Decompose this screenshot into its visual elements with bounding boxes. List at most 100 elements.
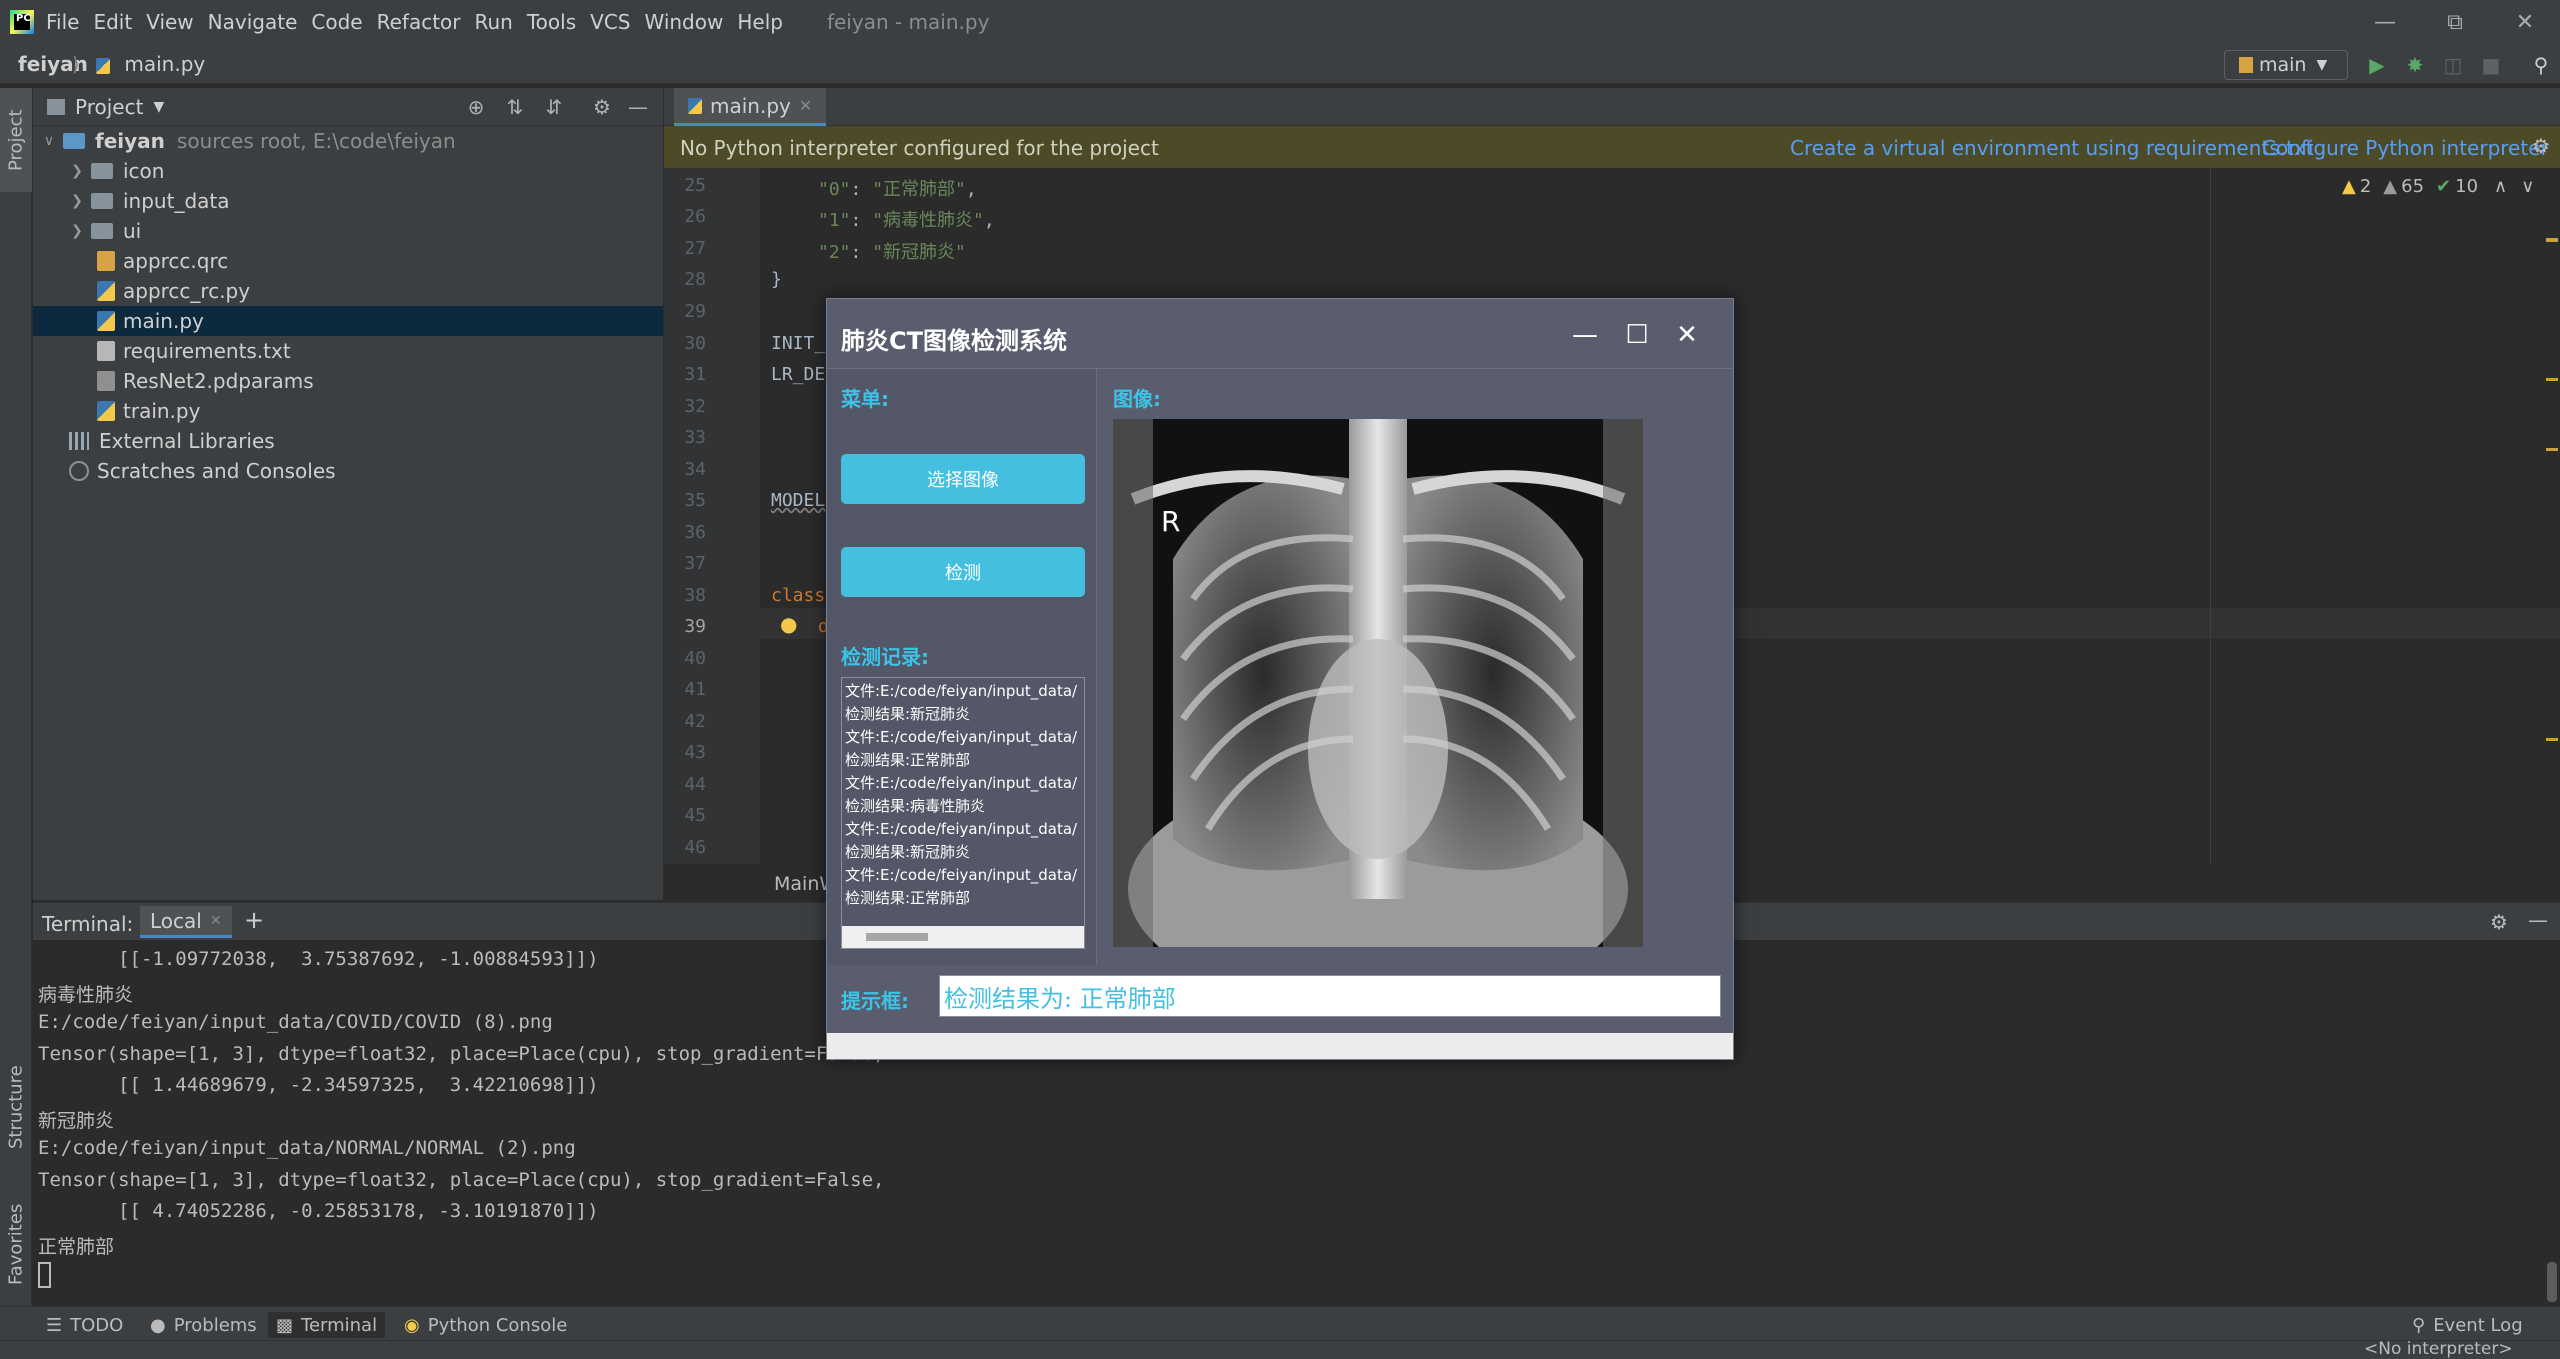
interpreter-status[interactable]: <No interpreter> bbox=[2364, 1339, 2513, 1359]
chevron-down-icon[interactable]: ∨ bbox=[2521, 176, 2534, 197]
scrollbar-thumb[interactable] bbox=[2547, 1262, 2557, 1302]
tree-item-resnet-params[interactable]: ResNet2.pdparams bbox=[33, 366, 663, 396]
tool-problems[interactable]: ● Problems bbox=[142, 1312, 265, 1338]
chevron-down-icon[interactable]: ▼ bbox=[153, 99, 164, 115]
run-configuration-select[interactable]: main ▼ bbox=[2224, 50, 2348, 80]
scrollbar-thumb[interactable] bbox=[866, 933, 928, 941]
menu-code[interactable]: Code bbox=[311, 10, 362, 34]
code-line[interactable]: class bbox=[771, 585, 825, 606]
error-stripe-mark[interactable] bbox=[2546, 448, 2558, 451]
tool-event-log[interactable]: ⚲ Event Log bbox=[2404, 1312, 2531, 1338]
detect-button[interactable]: 检测 bbox=[841, 547, 1085, 597]
tool-terminal-label: Terminal bbox=[301, 1314, 378, 1336]
restore-icon[interactable]: ⧉ bbox=[2420, 0, 2490, 44]
stripe-tab-favorites[interactable]: Favorites bbox=[0, 1192, 32, 1296]
hint-box[interactable]: 检测结果为: 正常肺部 bbox=[939, 975, 1721, 1017]
tree-root[interactable]: ∨ feiyan sources root, E:\code\feiyan bbox=[33, 126, 663, 156]
code-line[interactable]: INIT_ bbox=[771, 333, 825, 354]
code-line[interactable]: "2": "新冠肺炎" bbox=[818, 238, 966, 264]
run-icon[interactable]: ▶ bbox=[2364, 52, 2390, 78]
menu-refactor[interactable]: Refactor bbox=[377, 10, 461, 34]
code-line[interactable]: } bbox=[771, 269, 782, 290]
close-tab-icon[interactable]: ✕ bbox=[210, 913, 222, 929]
history-label: 检测记录: bbox=[841, 645, 929, 669]
tree-item-train-py[interactable]: train.py bbox=[33, 396, 663, 426]
create-venv-link[interactable]: Create a virtual environment using requi… bbox=[1790, 136, 2314, 160]
stop-icon[interactable]: ■ bbox=[2478, 52, 2504, 78]
hide-panel-icon[interactable]: — bbox=[2528, 908, 2548, 932]
terminal-scrollbar[interactable] bbox=[2544, 940, 2560, 1306]
stripe-tab-project[interactable]: Project bbox=[0, 88, 32, 192]
project-panel-title[interactable]: Project bbox=[75, 95, 143, 119]
menu-window[interactable]: Window bbox=[644, 10, 723, 34]
stripe-tab-structure[interactable]: Structure bbox=[0, 1054, 32, 1160]
tree-item-icon[interactable]: ❯ icon bbox=[33, 156, 663, 186]
tree-item-main-py[interactable]: main.py bbox=[33, 306, 663, 336]
code-line[interactable]: "1": "病毒性肺炎", bbox=[818, 206, 995, 232]
tree-item-apprcc-qrc[interactable]: apprcc.qrc bbox=[33, 246, 663, 276]
search-icon[interactable]: ⚲ bbox=[2528, 52, 2554, 78]
history-line: 检测结果:新冠肺炎 bbox=[845, 705, 971, 723]
locate-icon[interactable]: ⊕ bbox=[463, 94, 489, 120]
app-close-icon[interactable]: ✕ bbox=[1669, 317, 1705, 353]
tool-todo[interactable]: ☰ TODO bbox=[38, 1312, 131, 1338]
app-maximize-icon[interactable]: ☐ bbox=[1619, 317, 1655, 353]
app-minimize-icon[interactable]: — bbox=[1567, 317, 1603, 353]
terminal-line: 病毒性肺炎 bbox=[38, 984, 134, 1006]
gear-icon[interactable]: ⚙ bbox=[589, 94, 615, 120]
chevron-down-icon[interactable]: ∨ bbox=[39, 133, 59, 149]
history-line: 检测结果:病毒性肺炎 bbox=[845, 797, 986, 815]
error-stripe-mark[interactable] bbox=[2546, 378, 2558, 381]
lightbulb-icon[interactable]: ● bbox=[780, 612, 797, 636]
configure-interpreter-link[interactable]: Configure Python interpreter bbox=[2262, 136, 2549, 160]
tree-item-ui[interactable]: ❯ ui bbox=[33, 216, 663, 246]
history-horizontal-scrollbar[interactable] bbox=[842, 926, 1084, 948]
menu-file[interactable]: File bbox=[46, 10, 79, 34]
error-stripe-mark[interactable] bbox=[2546, 238, 2558, 242]
menu-help[interactable]: Help bbox=[737, 10, 783, 34]
line-number: 41 bbox=[684, 679, 706, 700]
history-list[interactable]: 文件:E:/code/feiyan/input_data/ 检测结果:新冠肺炎 … bbox=[841, 677, 1085, 949]
code-line[interactable]: MODEL bbox=[771, 490, 825, 511]
coverage-icon[interactable]: ◫ bbox=[2440, 52, 2466, 78]
breadcrumb-separator-icon: ⟩ bbox=[72, 52, 80, 76]
inspections-widget[interactable]: ▲ 2 ▲ 65 ✔ 10 ∧ ∨ bbox=[2342, 176, 2534, 197]
menu-run[interactable]: Run bbox=[475, 10, 513, 34]
chevron-right-icon[interactable]: ❯ bbox=[67, 223, 87, 239]
add-terminal-icon[interactable]: + bbox=[244, 906, 264, 934]
hide-panel-icon[interactable]: — bbox=[625, 94, 651, 120]
select-image-button[interactable]: 选择图像 bbox=[841, 454, 1085, 504]
close-tab-icon[interactable]: ✕ bbox=[799, 96, 812, 115]
tab-main-py[interactable]: main.py ✕ bbox=[674, 88, 827, 126]
tree-item-apprcc-rc-py[interactable]: apprcc_rc.py bbox=[33, 276, 663, 306]
close-icon[interactable]: ✕ bbox=[2490, 0, 2560, 44]
gear-icon[interactable]: ⚙ bbox=[2532, 134, 2550, 158]
menu-edit[interactable]: Edit bbox=[93, 10, 132, 34]
expand-all-icon[interactable]: ⇅ bbox=[502, 94, 528, 120]
editor-scrollbar[interactable] bbox=[2544, 168, 2560, 864]
terminal-tab-local[interactable]: Local ✕ bbox=[140, 906, 232, 938]
menu-tools[interactable]: Tools bbox=[527, 10, 576, 34]
menu-vcs[interactable]: VCS bbox=[590, 10, 630, 34]
chevron-right-icon[interactable]: ❯ bbox=[67, 193, 87, 209]
line-number: 32 bbox=[684, 396, 706, 417]
chevron-up-icon[interactable]: ∧ bbox=[2494, 176, 2507, 197]
tree-item-requirements[interactable]: requirements.txt bbox=[33, 336, 663, 366]
chevron-right-icon[interactable]: ❯ bbox=[67, 163, 87, 179]
list-icon: ☰ bbox=[46, 1314, 63, 1336]
debug-icon[interactable]: ✸ bbox=[2402, 52, 2428, 78]
code-line[interactable]: "0": "正常肺部", bbox=[818, 175, 977, 201]
gear-icon[interactable]: ⚙ bbox=[2490, 910, 2508, 934]
menu-view[interactable]: View bbox=[146, 10, 193, 34]
breadcrumb-file[interactable]: main.py bbox=[96, 52, 205, 76]
tree-item-input-data[interactable]: ❯ input_data bbox=[33, 186, 663, 216]
tree-item-scratches[interactable]: Scratches and Consoles bbox=[33, 456, 663, 486]
menu-navigate[interactable]: Navigate bbox=[208, 10, 298, 34]
tree-item-external-libraries[interactable]: External Libraries bbox=[33, 426, 663, 456]
collapse-all-icon[interactable]: ⇵ bbox=[541, 94, 567, 120]
minimize-icon[interactable]: — bbox=[2350, 0, 2420, 44]
tool-python-console[interactable]: ◉ Python Console bbox=[396, 1312, 575, 1338]
code-line[interactable]: LR_DE bbox=[771, 364, 825, 385]
tool-terminal[interactable]: ▩ Terminal bbox=[268, 1312, 386, 1338]
error-stripe-mark[interactable] bbox=[2546, 738, 2558, 741]
